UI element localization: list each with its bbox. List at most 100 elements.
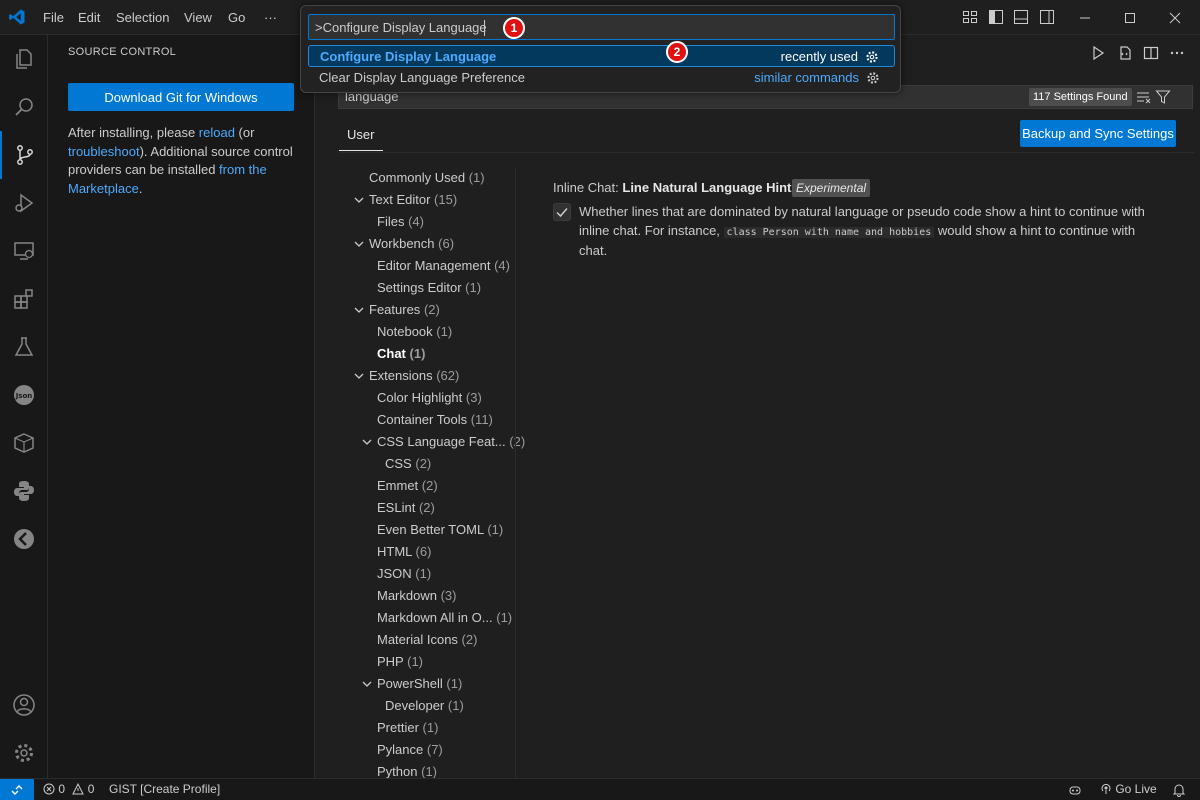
- menu-edit[interactable]: Edit: [78, 0, 100, 35]
- toc-item[interactable]: Workbench (6): [354, 233, 454, 255]
- toc-item[interactable]: Notebook (1): [377, 321, 452, 343]
- toc-count: (7): [426, 742, 443, 757]
- toc-label: HTML: [377, 544, 412, 559]
- remote-explorer-activity[interactable]: [0, 227, 48, 275]
- chevron-down-icon[interactable]: [361, 436, 373, 448]
- toc-item[interactable]: Developer (1): [385, 695, 464, 717]
- toggle-primary-sidebar-icon[interactable]: [988, 9, 1004, 25]
- setting-checkbox[interactable]: [553, 203, 571, 221]
- setting-name: Line Natural Language Hint: [622, 180, 792, 195]
- toc-label: Files: [377, 214, 405, 229]
- toc-label: JSON: [377, 566, 412, 581]
- toc-item[interactable]: Prettier (1): [377, 717, 438, 739]
- toc-item[interactable]: Markdown (3): [377, 585, 456, 607]
- toc-item[interactable]: Material Icons (2): [377, 629, 477, 651]
- toc-item[interactable]: Even Better TOML (1): [377, 519, 503, 541]
- toc-item[interactable]: CSS Language Feat... (2): [362, 431, 525, 453]
- chevron-down-icon[interactable]: [353, 194, 365, 206]
- toc-label: Python: [377, 764, 418, 779]
- toc-item[interactable]: HTML (6): [377, 541, 431, 563]
- toc-item[interactable]: Features (2): [354, 299, 440, 321]
- download-git-button[interactable]: Download Git for Windows: [68, 83, 294, 111]
- maximize-button[interactable]: [1107, 0, 1153, 35]
- customize-layout-icon[interactable]: [962, 9, 978, 25]
- menu-more[interactable]: ···: [264, 0, 277, 35]
- settings-found-badge: 117 Settings Found: [1029, 88, 1132, 106]
- troubleshoot-link[interactable]: troubleshoot: [68, 144, 140, 159]
- copilot-icon[interactable]: [1068, 783, 1082, 797]
- clear-filter-icon[interactable]: [1135, 89, 1151, 105]
- python-activity[interactable]: [0, 467, 48, 515]
- close-window-button[interactable]: [1152, 0, 1198, 35]
- remote-indicator[interactable]: [0, 779, 34, 800]
- toc-item[interactable]: JSON (1): [377, 563, 431, 585]
- backup-sync-button[interactable]: Backup and Sync Settings: [1020, 120, 1176, 147]
- extensions-activity[interactable]: [0, 275, 48, 323]
- container-activity[interactable]: [0, 419, 48, 467]
- chevron-down-icon[interactable]: [353, 238, 365, 250]
- menu-file[interactable]: File: [43, 0, 64, 35]
- vscode-logo-icon: [9, 9, 25, 25]
- search-activity[interactable]: [0, 83, 48, 131]
- split-editor-icon[interactable]: [1143, 45, 1159, 61]
- toc-label: CSS: [385, 456, 412, 471]
- toc-item[interactable]: PHP (1): [377, 651, 423, 673]
- run-debug-activity[interactable]: [0, 179, 48, 227]
- testing-activity[interactable]: [0, 323, 48, 371]
- toc-item[interactable]: CSS (2): [385, 453, 431, 475]
- accounts-activity[interactable]: [0, 681, 48, 729]
- chevron-down-icon[interactable]: [353, 370, 365, 382]
- toc-item[interactable]: Chat (1): [377, 343, 425, 365]
- toc-item[interactable]: ESLint (2): [377, 497, 435, 519]
- setting-code-sample: class Person with name and hobbies: [723, 226, 935, 238]
- json-activity[interactable]: Json: [0, 371, 48, 419]
- explorer-activity[interactable]: [0, 35, 48, 83]
- toc-item[interactable]: PowerShell (1): [362, 673, 462, 695]
- command-item-configure-display-language[interactable]: Configure Display Language recently used: [308, 45, 895, 67]
- toggle-panel-icon[interactable]: [1013, 9, 1029, 25]
- notifications-icon[interactable]: [1172, 783, 1186, 797]
- live-share-activity[interactable]: [0, 515, 48, 563]
- profile-indicator[interactable]: GIST [Create Profile]: [109, 782, 220, 796]
- go-live-button[interactable]: Go Live: [1100, 782, 1157, 796]
- account-icon: [13, 694, 35, 716]
- menu-view[interactable]: View: [184, 0, 212, 35]
- source-control-activity[interactable]: [0, 131, 48, 179]
- tab-user[interactable]: User: [347, 127, 374, 142]
- more-actions-icon[interactable]: [1169, 45, 1185, 61]
- filter-icon[interactable]: [1155, 89, 1171, 105]
- gear-icon[interactable]: [866, 71, 880, 85]
- toc-item[interactable]: Settings Editor (1): [377, 277, 481, 299]
- open-settings-json-icon[interactable]: [1117, 45, 1133, 61]
- toc-item[interactable]: Color Highlight (3): [377, 387, 482, 409]
- toc-item[interactable]: Markdown All in O... (1): [377, 607, 512, 629]
- toc-item[interactable]: Editor Management (4): [377, 255, 510, 277]
- toc-label: PHP: [377, 654, 404, 669]
- toc-item[interactable]: Commonly Used (1): [369, 167, 485, 189]
- setting-category: Inline Chat:: [553, 180, 623, 195]
- toc-item[interactable]: Text Editor (15): [354, 189, 457, 211]
- toc-count: (1): [496, 610, 513, 625]
- reload-link[interactable]: reload: [199, 125, 235, 140]
- problems-indicator[interactable]: 0 0: [43, 782, 94, 796]
- toc-count: (6): [415, 544, 432, 559]
- toc-label: Text Editor: [369, 192, 431, 207]
- install-instructions: After installing, please reload (or trou…: [68, 124, 303, 198]
- recently-used-tag: recently used: [780, 49, 858, 64]
- toc-count: (1): [487, 522, 504, 537]
- chevron-down-icon[interactable]: [353, 304, 365, 316]
- toc-item[interactable]: Emmet (2): [377, 475, 438, 497]
- minimize-button[interactable]: [1062, 0, 1108, 35]
- toggle-secondary-sidebar-icon[interactable]: [1039, 9, 1055, 25]
- toc-item[interactable]: Files (4): [377, 211, 424, 233]
- toc-item[interactable]: Pylance (7): [377, 739, 443, 761]
- toc-item[interactable]: Container Tools (11): [377, 409, 493, 431]
- chevron-down-icon[interactable]: [361, 678, 373, 690]
- run-icon[interactable]: [1090, 45, 1106, 61]
- menu-selection[interactable]: Selection: [116, 0, 169, 35]
- gear-icon[interactable]: [865, 50, 879, 64]
- manage-activity[interactable]: [0, 729, 48, 777]
- command-item-clear-display-language[interactable]: Clear Display Language Preference simila…: [308, 67, 895, 89]
- menu-go[interactable]: Go: [228, 0, 245, 35]
- toc-item[interactable]: Extensions (62): [354, 365, 459, 387]
